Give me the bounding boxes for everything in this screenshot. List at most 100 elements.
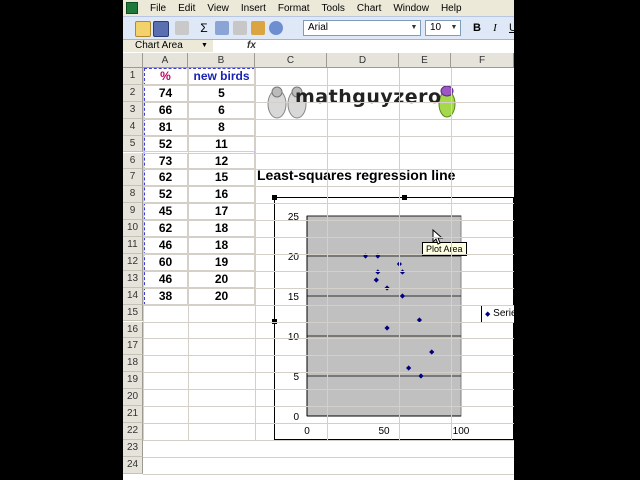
grid-line	[143, 338, 514, 340]
cell-new-birds[interactable]: 8	[189, 118, 255, 136]
menu-help[interactable]: Help	[435, 3, 468, 14]
cell-new-birds[interactable]: 19	[189, 253, 255, 271]
menu-window[interactable]: Window	[387, 3, 435, 14]
column-header-c[interactable]: C	[255, 53, 327, 68]
cell-new-birds[interactable]: 6	[189, 101, 255, 119]
row-header[interactable]: 15	[123, 304, 143, 322]
chevron-down-icon[interactable]: ▼	[409, 22, 419, 34]
menu-tools[interactable]: Tools	[316, 3, 351, 14]
scatter-chart: 0510152025050100	[288, 212, 470, 437]
column-header-e[interactable]: E	[399, 53, 451, 68]
help-icon[interactable]	[269, 21, 283, 35]
row-header[interactable]: 1	[123, 68, 143, 85]
cell-new-birds[interactable]: 15	[189, 169, 255, 187]
cell-new-birds[interactable]: 20	[189, 287, 255, 305]
row-header[interactable]: 3	[123, 101, 143, 119]
cell-percent[interactable]: 45	[144, 203, 188, 221]
cell-a1-header[interactable]: %	[144, 68, 188, 85]
menu-view[interactable]: View	[201, 3, 235, 14]
chevron-down-icon[interactable]: ▼	[449, 22, 459, 34]
sort-icon[interactable]	[215, 21, 229, 35]
cell-percent[interactable]: 62	[144, 220, 188, 237]
row-header[interactable]: 20	[123, 389, 143, 406]
row-header[interactable]: 17	[123, 338, 143, 356]
row-header[interactable]: 2	[123, 84, 143, 102]
save-icon[interactable]	[153, 21, 169, 37]
cell-percent[interactable]: 62	[144, 169, 188, 187]
cell-percent[interactable]: 52	[144, 135, 188, 153]
row-header[interactable]: 16	[123, 321, 143, 339]
cell-percent[interactable]: 46	[144, 237, 188, 254]
row-header[interactable]: 18	[123, 355, 143, 373]
resize-handle[interactable]	[272, 195, 277, 200]
column-header-d[interactable]: D	[327, 53, 399, 68]
row-header[interactable]: 21	[123, 406, 143, 423]
row-header[interactable]: 7	[123, 169, 143, 187]
bold-button[interactable]: B	[469, 20, 485, 36]
row-header[interactable]: 24	[123, 456, 143, 474]
name-box[interactable]: Chart Area	[123, 40, 213, 52]
row-header[interactable]: 9	[123, 203, 143, 221]
chevron-down-icon[interactable]: ▼	[201, 40, 208, 52]
cell-b1-header[interactable]: new birds	[189, 68, 255, 85]
legend-entry: Series1	[493, 308, 514, 319]
grid-line	[143, 304, 514, 306]
row-header[interactable]: 11	[123, 237, 143, 254]
excel-icon[interactable]	[126, 2, 138, 14]
italic-button[interactable]: I	[487, 20, 503, 36]
menu-file[interactable]: File	[144, 3, 172, 14]
excel-window: File Edit View Insert Format Tools Chart…	[123, 0, 514, 480]
row-header[interactable]: 4	[123, 118, 143, 136]
cell-percent[interactable]: 52	[144, 186, 188, 204]
underline-button[interactable]: U	[505, 20, 514, 36]
cell-new-birds[interactable]: 18	[189, 220, 255, 237]
cell-percent[interactable]: 73	[144, 152, 188, 170]
cell-percent[interactable]: 81	[144, 118, 188, 136]
cell-new-birds[interactable]: 12	[189, 152, 255, 170]
formula-bar: Chart Area ▼ fx	[123, 40, 514, 54]
chart-legend[interactable]: ◆ Series1	[481, 305, 514, 323]
cell-percent[interactable]: 38	[144, 287, 188, 305]
font-name-select[interactable]: Arial ▼	[303, 20, 421, 36]
resize-handle[interactable]	[402, 195, 407, 200]
row-header[interactable]: 10	[123, 220, 143, 237]
undo-icon[interactable]	[175, 21, 189, 35]
select-all-corner[interactable]	[123, 53, 143, 68]
menu-chart[interactable]: Chart	[351, 3, 387, 14]
cell-percent[interactable]: 46	[144, 270, 188, 288]
row-header[interactable]: 23	[123, 439, 143, 457]
font-size-select[interactable]: 10 ▼	[425, 20, 461, 36]
row-header[interactable]: 6	[123, 152, 143, 170]
sort-desc-icon[interactable]	[233, 21, 247, 35]
menu-edit[interactable]: Edit	[172, 3, 201, 14]
cell-new-birds[interactable]: 5	[189, 84, 255, 102]
cell-percent[interactable]: 60	[144, 253, 188, 271]
column-header-f[interactable]: F	[451, 53, 514, 68]
insert-function-icon[interactable]: fx	[247, 40, 256, 52]
cell-percent[interactable]: 74	[144, 84, 188, 102]
cell-new-birds[interactable]: 16	[189, 186, 255, 204]
row-header[interactable]: 14	[123, 287, 143, 305]
column-header-a[interactable]: A	[143, 53, 188, 68]
menu-format[interactable]: Format	[272, 3, 316, 14]
grid-line	[143, 389, 514, 391]
autosum-icon[interactable]: Σ	[197, 21, 211, 35]
cell-new-birds[interactable]: 17	[189, 203, 255, 221]
name-box-value: Chart Area	[135, 40, 183, 51]
chart-wizard-icon[interactable]	[251, 21, 265, 35]
cell-new-birds[interactable]: 18	[189, 237, 255, 254]
column-header-b[interactable]: B	[188, 53, 255, 68]
cell-new-birds[interactable]: 20	[189, 270, 255, 288]
row-header[interactable]: 8	[123, 186, 143, 204]
chart-area[interactable]: 0510152025050100 ◆ Series1	[272, 195, 514, 440]
grid-line	[143, 473, 514, 475]
row-header[interactable]: 13	[123, 270, 143, 288]
cell-new-birds[interactable]: 11	[189, 135, 255, 153]
row-header[interactable]: 12	[123, 253, 143, 271]
row-header[interactable]: 5	[123, 135, 143, 153]
row-header[interactable]: 22	[123, 422, 143, 440]
cell-percent[interactable]: 66	[144, 101, 188, 119]
row-header[interactable]: 19	[123, 372, 143, 390]
menu-insert[interactable]: Insert	[235, 3, 272, 14]
open-folder-icon[interactable]	[135, 21, 151, 37]
